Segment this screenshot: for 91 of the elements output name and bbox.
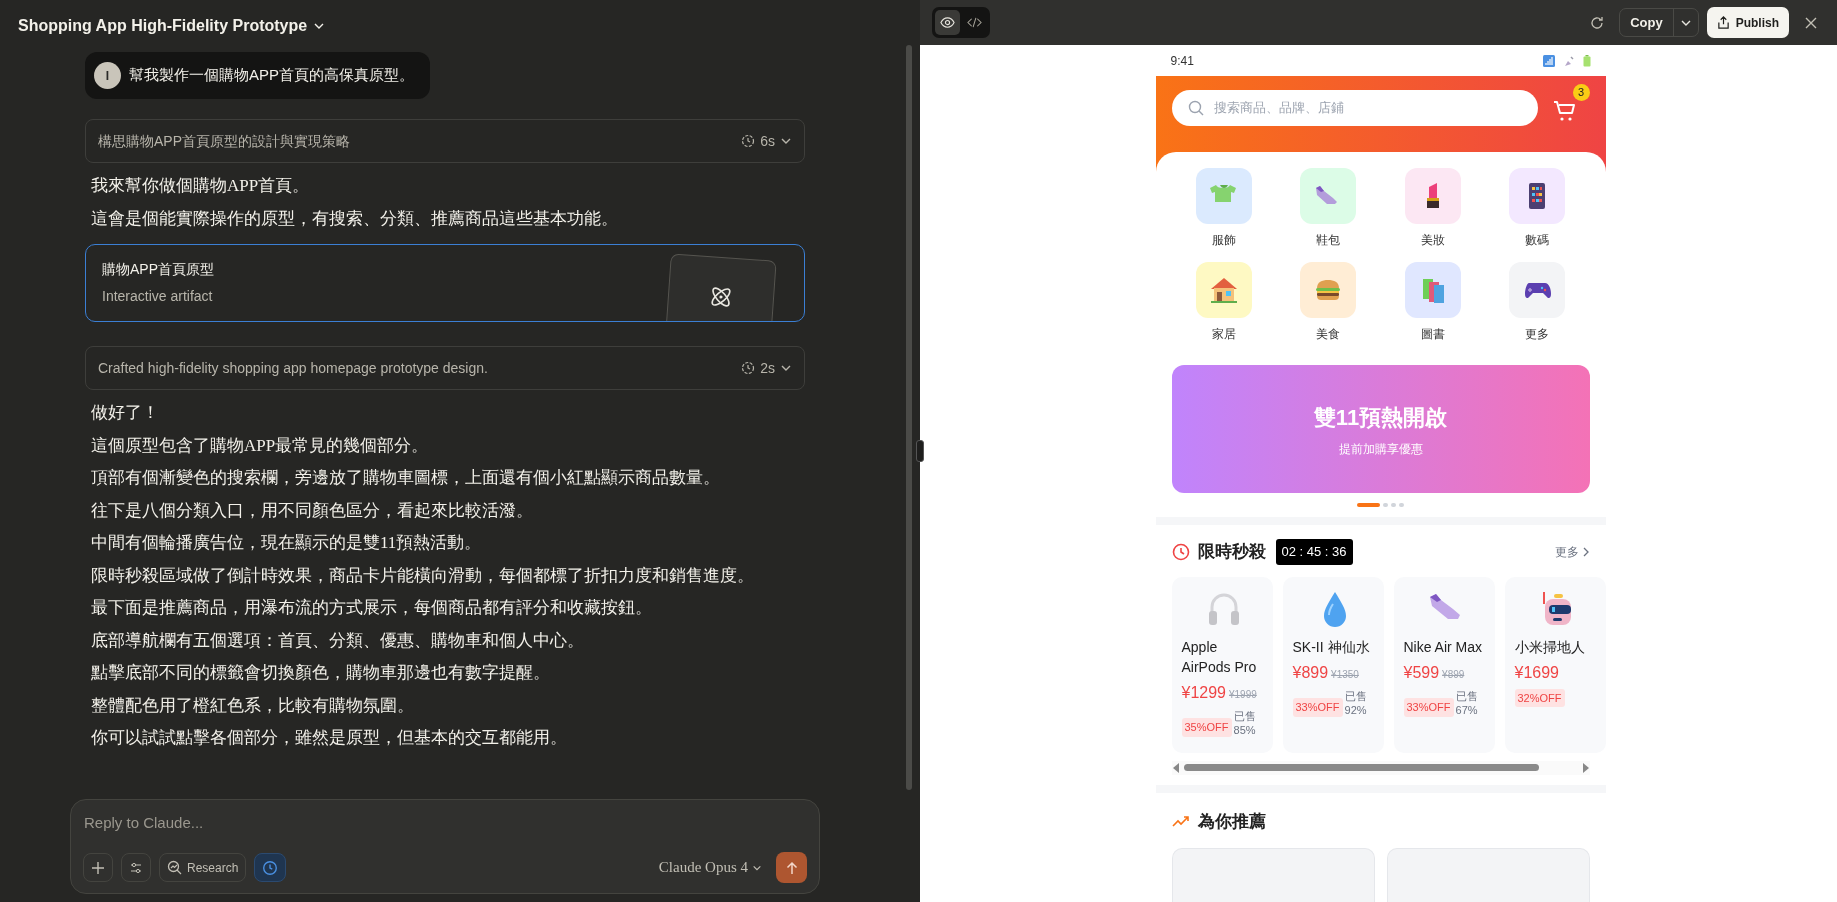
plus-icon [91,860,105,875]
sliders-icon [129,860,143,875]
preview-tab[interactable] [935,10,960,35]
response-paragraph: 這會是個能實際操作的原型，有搜索、分類、推薦商品這些基本功能。 [91,207,619,230]
thinking-summary-toggle[interactable]: 構思購物APP首頁原型的設計與實現策略 6s [85,119,805,163]
response-paragraph: 限時秒殺區域做了倒計時效果，商品卡片能橫向滑動，每個都標了折扣力度和銷售進度。 [91,564,755,587]
response-paragraph: 底部導航欄有五個選項：首頁、分類、優惠、購物車和個人中心。 [91,629,585,652]
discount-tag: 35%OFF [1181,718,1232,737]
product-card[interactable]: Nike Air Max ¥599 ¥899 33%OFF 已售67% [1393,576,1495,753]
chevron-right-icon [1581,546,1590,557]
thinking-summary-toggle[interactable]: Crafted high-fidelity shopping app homepage prototype design. 2s [85,346,805,390]
category-item[interactable]: 圖書 [1380,262,1485,343]
model-selector[interactable]: Claude Opus 4 [652,855,768,880]
section-title: 限時秒殺 [1197,541,1266,563]
discount-tag: 33%OFF [1292,698,1343,717]
countdown-timer: 02 : 45 : 36 [1275,539,1353,565]
response-paragraph: 頂部有個漸變色的搜索欄，旁邊放了購物車圖標，上面還有個小紅點顯示商品數量。 [91,467,721,489]
refresh-icon [1589,14,1606,31]
cart-button[interactable]: 3 [1551,84,1590,124]
clock-icon [262,859,279,876]
sold-percentage: 已售85% [1233,708,1257,737]
sale-price: ¥1699 [1514,662,1559,683]
scroll-left-icon [1171,762,1180,773]
send-button[interactable] [776,852,807,883]
original-price: ¥899 [1442,667,1465,682]
response-paragraph: 中間有個輪播廣告位，現在顯示的是雙11預熱活動。 [91,532,483,554]
sale-price: ¥599 [1403,662,1440,683]
clock-icon [741,361,756,375]
sale-price: ¥899 [1292,662,1329,683]
more-link[interactable]: 更多 [1554,542,1590,561]
arrow-up-icon [784,860,799,875]
search-field[interactable]: 搜索商品、品牌、店鋪 [1171,90,1538,126]
category-item[interactable]: 家居 [1171,262,1276,343]
product-name: 小米掃地人 [1514,637,1586,657]
eye-icon [940,15,955,30]
user-avatar: I [94,62,121,89]
banner-subtitle: 提前加購享優惠 [1338,440,1423,458]
add-button[interactable] [83,853,113,882]
response-paragraph: 最下面是推薦商品，用瀑布流的方式展示，每個商品都有評分和收藏按鈕。 [91,597,653,619]
battery-icon [1582,54,1591,67]
category-item[interactable]: 服飾 [1171,168,1276,249]
response-paragraph: 整體配色用了橙紅色系，比較有購物氛圍。 [91,694,415,717]
category-item[interactable]: 鞋包 [1276,168,1381,249]
signal-icon [1542,54,1555,67]
category-item[interactable]: 美食 [1276,262,1381,343]
product-card[interactable]: 小米掃地人 ¥1699 32%OFF [1504,576,1606,753]
product-name: Apple AirPods Pro [1181,637,1258,677]
publish-button[interactable]: Publish [1706,7,1789,38]
discount-tag: 32%OFF [1514,688,1565,707]
conversation-title-button[interactable]: Shopping App High-Fidelity Prototype [18,12,326,40]
category-item[interactable]: 更多 [1485,262,1590,343]
response-paragraph: 往下是八個分類入口，用不同顏色區分，看起來比較活潑。 [91,499,534,522]
extended-thinking-toggle[interactable] [254,853,287,882]
trending-up-icon [1171,814,1190,829]
banner-title: 雙11預熱開啟 [1313,403,1448,432]
scroll-right-icon [1581,762,1590,773]
research-button[interactable]: Research [159,853,247,882]
category-item[interactable]: 美妝 [1380,168,1485,249]
clock-icon [1171,542,1190,561]
reply-input-field[interactable]: Reply to Claude... [83,812,807,835]
user-message-text: 幫我製作一個購物APP首頁的高保真原型。 [129,65,414,86]
sold-percentage: 已售67% [1455,688,1479,717]
artifact-card[interactable]: 購物APP首頁原型 Interactive artifact [85,244,805,322]
original-price: ¥1999 [1229,687,1257,702]
search-icon [1187,100,1204,116]
response-paragraph: 點擊底部不同的標籤會切換顏色，購物車那邊也有數字提醒。 [91,662,551,684]
discount-tag: 33%OFF [1403,698,1454,717]
status-time: 9:41 [1170,52,1194,70]
sold-percentage: 已售92% [1344,688,1368,717]
product-name: SK-II 神仙水 [1292,637,1371,657]
product-card[interactable]: SK-II 神仙水 ¥899 ¥1350 33%OFF 已售92% [1282,576,1384,753]
clock-icon [741,134,756,148]
search-icon [167,860,182,875]
cart-count-badge: 3 [1572,84,1590,101]
product-card[interactable]: Apple AirPods Pro ¥1299 ¥1999 35%OFF 已售85% [1171,576,1273,753]
close-icon [1804,15,1818,30]
product-name: Nike Air Max [1403,637,1484,657]
response-paragraph: 你可以試試點擊各個部分，雖然是原型，但基本的交互都能用。 [91,727,568,749]
sale-price: ¥1299 [1181,682,1226,703]
response-paragraph: 做好了！ [91,402,160,424]
section-title: 為你推薦 [1197,810,1266,833]
search-input[interactable]: 搜索商品、品牌、店鋪 [1211,97,1522,119]
scrollbar-thumb[interactable] [1183,764,1539,771]
tools-button[interactable] [121,853,151,882]
category-item[interactable]: 數碼 [1485,168,1590,249]
response-paragraph: 這個原型包含了購物APP最常見的幾個部分。 [91,434,430,457]
share-icon [1716,16,1730,29]
original-price: ¥1350 [1331,667,1359,682]
code-icon [967,15,982,30]
scrollbar-thumb[interactable] [906,45,912,790]
response-paragraph: 我來幫你做個購物APP首頁。 [91,175,311,197]
